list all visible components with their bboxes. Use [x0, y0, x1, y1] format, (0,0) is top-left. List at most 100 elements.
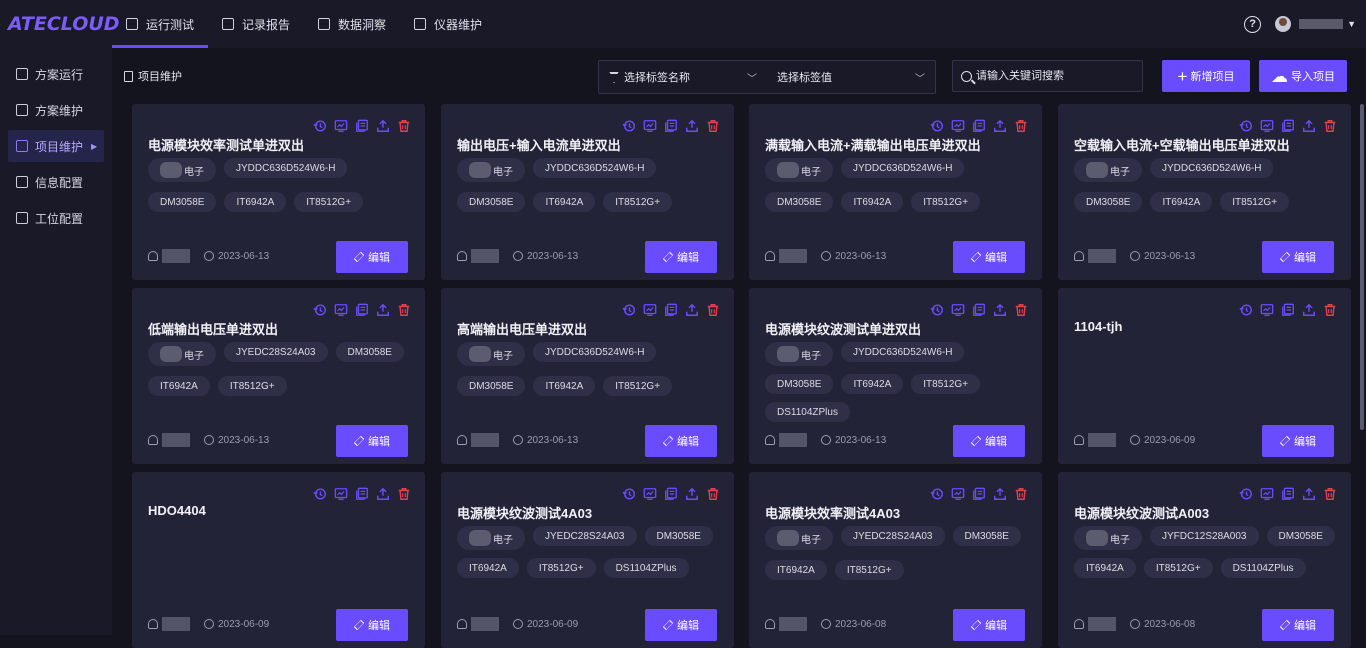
upload-icon[interactable]: [992, 302, 1007, 317]
upload-icon[interactable]: [1301, 486, 1316, 501]
sidebar-item-plan-maintain[interactable]: 方案维护: [8, 94, 104, 126]
project-card[interactable]: 电源模块纹波测试4A03 电子 JYEDC28S24A03 DM3058E IT6942…: [441, 472, 734, 648]
delete-icon[interactable]: [396, 486, 411, 501]
import-project-button[interactable]: ☁ 导入项目: [1259, 60, 1347, 92]
history-icon[interactable]: [929, 118, 944, 133]
delete-icon[interactable]: [1013, 302, 1028, 317]
edit-button[interactable]: 编辑: [336, 609, 408, 641]
upload-icon[interactable]: [375, 118, 390, 133]
delete-icon[interactable]: [1322, 302, 1337, 317]
history-icon[interactable]: [312, 118, 327, 133]
delete-icon[interactable]: [1322, 486, 1337, 501]
chart-icon[interactable]: [333, 302, 348, 317]
scrollbar[interactable]: [1360, 104, 1364, 430]
copy-icon[interactable]: [354, 302, 369, 317]
upload-icon[interactable]: [684, 118, 699, 133]
search-input[interactable]: [976, 70, 1136, 82]
topnav-records[interactable]: 记录报告: [208, 0, 304, 48]
edit-button[interactable]: 编辑: [1262, 609, 1334, 641]
edit-button[interactable]: 编辑: [1262, 241, 1334, 273]
delete-icon[interactable]: [1013, 486, 1028, 501]
copy-icon[interactable]: [971, 302, 986, 317]
history-icon[interactable]: [621, 486, 636, 501]
project-card[interactable]: HDO4404 2023-06-09 编辑: [132, 472, 425, 648]
project-card[interactable]: 低端输出电压单进双出 电子 JYEDC28S24A03 DM3058E IT6942A I…: [132, 288, 425, 464]
topnav-insights[interactable]: 数据洞察: [304, 0, 400, 48]
delete-icon[interactable]: [396, 118, 411, 133]
copy-icon[interactable]: [971, 486, 986, 501]
topnav-instruments[interactable]: 仪器维护: [400, 0, 496, 48]
project-card[interactable]: 电源模块纹波测试单进双出 电子 JYDDC636D524W6-H DM3058E IT6…: [749, 288, 1042, 464]
delete-icon[interactable]: [705, 302, 720, 317]
history-icon[interactable]: [621, 302, 636, 317]
project-card[interactable]: 输出电压+输入电流单进双出 电子 JYDDC636D524W6-H DM3058E IT…: [441, 104, 734, 280]
add-project-button[interactable]: + 新增项目: [1162, 60, 1250, 92]
tag-value-select[interactable]: 选择标签值 ﹀: [767, 69, 935, 85]
topnav-run-test[interactable]: 运行测试: [112, 0, 209, 48]
copy-icon[interactable]: [354, 118, 369, 133]
caret-down-icon[interactable]: ▼: [1347, 19, 1356, 29]
project-card[interactable]: 高端输出电压单进双出 电子 JYDDC636D524W6-H DM3058E IT694…: [441, 288, 734, 464]
edit-button[interactable]: 编辑: [645, 241, 717, 273]
upload-icon[interactable]: [992, 118, 1007, 133]
chart-icon[interactable]: [1259, 302, 1274, 317]
upload-icon[interactable]: [1301, 302, 1316, 317]
copy-icon[interactable]: [354, 486, 369, 501]
sidebar-item-station-config[interactable]: 工位配置: [8, 202, 104, 234]
project-card[interactable]: 电源模块纹波测试A003 电子 JYFDC12S28A003 DM3058E IT694…: [1058, 472, 1351, 648]
upload-icon[interactable]: [684, 302, 699, 317]
copy-icon[interactable]: [1280, 118, 1295, 133]
history-icon[interactable]: [312, 486, 327, 501]
history-icon[interactable]: [1238, 486, 1253, 501]
chart-icon[interactable]: [642, 302, 657, 317]
chart-icon[interactable]: [333, 486, 348, 501]
avatar[interactable]: [1275, 16, 1292, 32]
username-redacted[interactable]: [1299, 19, 1344, 29]
tag-name-select[interactable]: 选择标签名称 ﹀: [599, 69, 767, 85]
chart-icon[interactable]: [950, 118, 965, 133]
copy-icon[interactable]: [971, 118, 986, 133]
copy-icon[interactable]: [663, 118, 678, 133]
project-card[interactable]: 满载输入电流+满载输出电压单进双出 电子 JYDDC636D524W6-H DM305…: [749, 104, 1042, 280]
upload-icon[interactable]: [375, 486, 390, 501]
upload-icon[interactable]: [1301, 118, 1316, 133]
sidebar-item-project-maintain[interactable]: 项目维护 ▶: [8, 130, 104, 162]
project-card[interactable]: 空载输入电流+空载输出电压单进双出 电子 JYDDC636D524W6-H DM305…: [1058, 104, 1351, 280]
project-card[interactable]: 电源模块效率测试单进双出 电子 JYDDC636D524W6-H DM3058E IT6…: [132, 104, 425, 280]
sidebar-item-plan-run[interactable]: 方案运行: [8, 58, 104, 90]
chart-icon[interactable]: [333, 118, 348, 133]
edit-button[interactable]: 编辑: [953, 241, 1025, 273]
history-icon[interactable]: [929, 486, 944, 501]
delete-icon[interactable]: [705, 118, 720, 133]
copy-icon[interactable]: [1280, 302, 1295, 317]
edit-button[interactable]: 编辑: [336, 425, 408, 457]
history-icon[interactable]: [621, 118, 636, 133]
chart-icon[interactable]: [1259, 118, 1274, 133]
delete-icon[interactable]: [396, 302, 411, 317]
edit-button[interactable]: 编辑: [953, 609, 1025, 641]
chart-icon[interactable]: [950, 486, 965, 501]
upload-icon[interactable]: [684, 486, 699, 501]
history-icon[interactable]: [1238, 302, 1253, 317]
app-logo[interactable]: ATECLOUD: [0, 13, 120, 35]
delete-icon[interactable]: [1322, 118, 1337, 133]
project-card[interactable]: 电源模块效率测试4A03 电子 JYEDC28S24A03 DM3058E IT6942…: [749, 472, 1042, 648]
sidebar-item-info-config[interactable]: 信息配置: [8, 166, 104, 198]
edit-button[interactable]: 编辑: [953, 425, 1025, 457]
edit-button[interactable]: 编辑: [336, 241, 408, 273]
upload-icon[interactable]: [375, 302, 390, 317]
history-icon[interactable]: [929, 302, 944, 317]
chart-icon[interactable]: [1259, 486, 1274, 501]
chart-icon[interactable]: [950, 302, 965, 317]
copy-icon[interactable]: [1280, 486, 1295, 501]
chart-icon[interactable]: [642, 118, 657, 133]
upload-icon[interactable]: [992, 486, 1007, 501]
history-icon[interactable]: [1238, 118, 1253, 133]
history-icon[interactable]: [312, 302, 327, 317]
delete-icon[interactable]: [1013, 118, 1028, 133]
copy-icon[interactable]: [663, 486, 678, 501]
edit-button[interactable]: 编辑: [645, 425, 717, 457]
chart-icon[interactable]: [642, 486, 657, 501]
edit-button[interactable]: 编辑: [1262, 425, 1334, 457]
project-card[interactable]: 1104-tjh 2023-06-09 编辑: [1058, 288, 1351, 464]
